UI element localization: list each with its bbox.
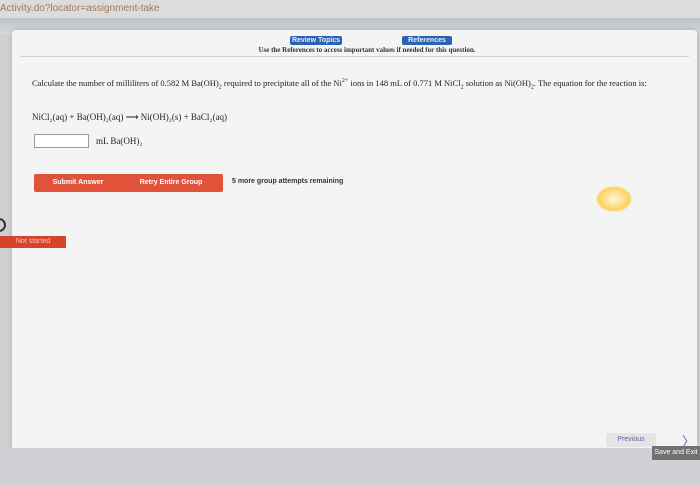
references-hint: Use the References to access important v… <box>258 46 476 54</box>
question-text: Calculate the number of milliliters of 0… <box>32 77 647 91</box>
references-button[interactable]: References <box>402 36 452 45</box>
browser-address-bar[interactable]: Activity.do?locator=assignment-take <box>0 0 700 18</box>
save-and-exit-button[interactable]: Save and Exit <box>652 446 700 460</box>
reaction-equation: NiCl₂(aq) + Ba(OH)₂(aq) ⟶ Ni(OH)₂(s) + B… <box>32 112 228 122</box>
review-topics-button[interactable]: Review Topics <box>290 36 342 45</box>
url-text: Activity.do?locator=assignment-take <box>0 3 160 14</box>
screen-glare <box>596 186 632 212</box>
divider <box>20 56 689 57</box>
submit-answer-button[interactable]: Submit Answer <box>34 174 122 192</box>
answer-input[interactable] <box>34 134 89 148</box>
retry-group-button[interactable]: Retry Entire Group <box>119 174 223 192</box>
question-panel: Review Topics References Use the Referen… <box>12 30 697 450</box>
progress-arc-icon <box>0 218 6 232</box>
attempts-remaining: 5 more group attempts remaining <box>232 178 344 185</box>
status-badge: Not started <box>0 236 66 248</box>
previous-button[interactable]: Previous <box>606 433 656 447</box>
footer-strip <box>0 448 700 485</box>
answer-unit: mL Ba(OH)₂ <box>96 136 143 146</box>
